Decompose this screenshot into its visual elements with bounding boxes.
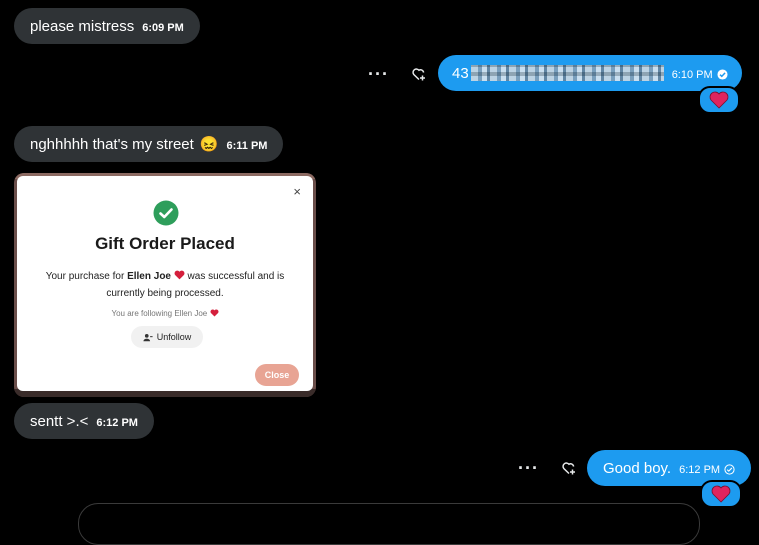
message-time: 6:10 PM [671,69,713,81]
more-icon[interactable]: ··· [368,65,389,83]
message-time: 6:12 PM [96,417,138,429]
message-received-2[interactable]: nghhhhh that's my street 😖 6:11 PM [14,126,284,162]
check-circle-icon [717,67,728,84]
more-icon[interactable]: ··· [518,459,539,477]
message-composer[interactable] [78,503,700,545]
message-actions: ··· [518,459,577,477]
heart-icon [210,309,218,317]
gift-order-dialog: × Gift Order Placed Your purchase for El… [17,176,313,391]
message-time: 6:09 PM [142,22,184,34]
message-text: 43 [452,64,469,82]
message-time: 6:11 PM [226,140,268,152]
message-text: sentt >.< [30,412,89,430]
check-circle-icon [153,200,179,231]
unfollow-label: Unfollow [156,332,192,342]
dialog-message: Your purchase for Ellen Joe was successf… [31,268,299,302]
dialog-title: Gift Order Placed [95,234,235,253]
add-reaction-icon[interactable] [561,460,577,476]
message-time: 6:12 PM [679,464,721,476]
redacted-address [470,65,664,81]
following-text: You are following Ellen Joe [111,309,208,318]
message-actions: ··· [368,65,427,83]
message-prefix: Your purchase for [45,271,125,282]
close-icon[interactable]: × [293,184,301,199]
message-received-3[interactable]: sentt >.< 6:12 PM [14,403,154,439]
message-sent-1[interactable]: 43 6:10 PM [438,55,742,91]
add-reaction-icon[interactable] [411,66,427,82]
heart-icon [174,270,185,280]
following-status: You are following Ellen Joe [17,309,313,318]
heart-reaction-icon[interactable] [700,480,742,508]
check-circle-icon [724,462,735,479]
unfollow-button[interactable]: Unfollow [131,326,203,348]
message-text: nghhhhh that's my street [30,135,194,153]
message-text: please mistress [30,17,135,35]
image-attachment[interactable]: × Gift Order Placed Your purchase for El… [14,173,316,397]
confounded-emoji: 😖 [199,136,219,153]
message-received-1[interactable]: please mistress 6:09 PM [14,8,200,44]
message-text: Good boy. [603,459,672,477]
close-button[interactable]: Close [255,364,299,386]
heart-reaction-icon[interactable] [698,86,740,114]
person-minus-icon [143,333,153,341]
recipient-name: Ellen Joe [127,271,171,282]
